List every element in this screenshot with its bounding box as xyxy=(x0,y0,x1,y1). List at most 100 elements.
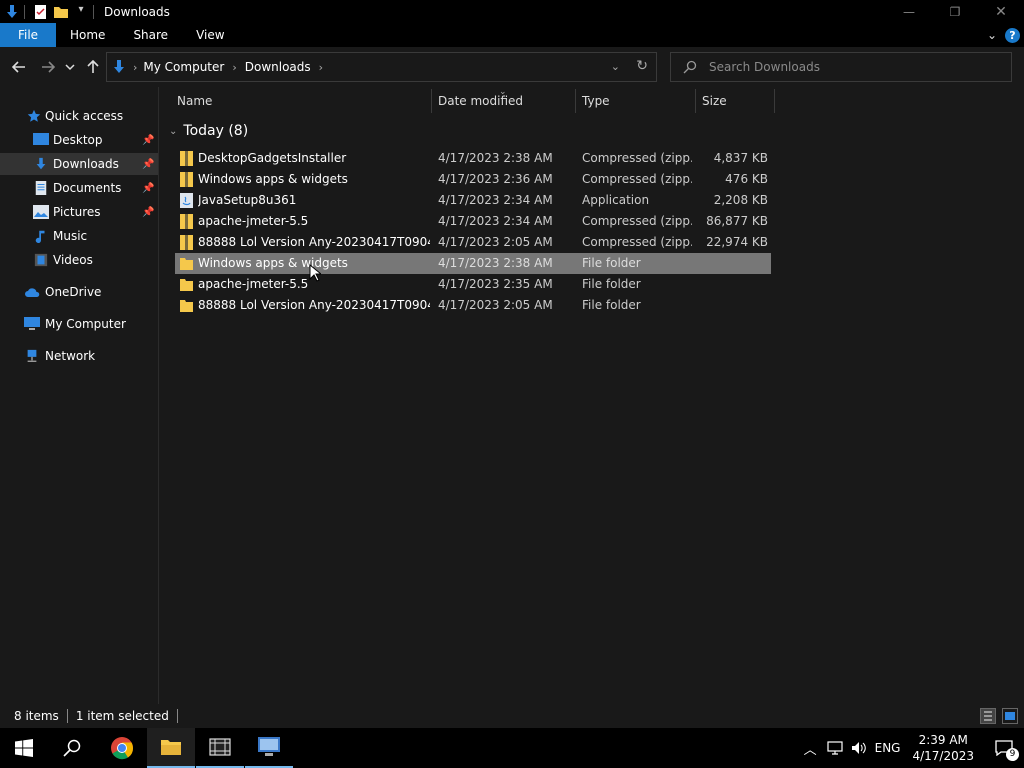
zip-folder-icon xyxy=(180,172,193,187)
tab-share[interactable]: Share xyxy=(119,23,182,47)
nav-label: Videos xyxy=(53,253,93,267)
address-bar[interactable]: › My Computer › Downloads › ⌄ ↻ xyxy=(106,52,657,82)
tab-home[interactable]: Home xyxy=(56,23,119,47)
back-button[interactable] xyxy=(9,57,29,77)
details-view-button[interactable] xyxy=(980,708,996,724)
notification-center-button[interactable]: 9 xyxy=(984,728,1024,768)
nav-item-documents[interactable]: Documents 📌 xyxy=(0,177,158,199)
network-icon xyxy=(27,349,37,362)
clock-time: 2:39 AM xyxy=(918,733,968,747)
table-row[interactable]: apache-jmeter-5.5 4/17/2023 2:35 AM File… xyxy=(175,274,771,295)
table-row[interactable]: apache-jmeter-5.5 4/17/2023 2:34 AM Comp… xyxy=(175,211,771,232)
breadcrumb-downloads[interactable]: Downloads xyxy=(245,60,311,74)
expand-ribbon-chevron-icon[interactable]: ⌄ xyxy=(987,28,997,42)
back-arrow-icon xyxy=(12,61,25,73)
restore-button[interactable]: ❐ xyxy=(932,0,978,23)
file-name: 88888 Lol Version Any-20230417T090455Z..… xyxy=(198,235,430,249)
customize-qat-chevron-icon[interactable]: ▾ xyxy=(73,4,89,20)
nav-item-my-computer[interactable]: My Computer xyxy=(0,313,158,335)
nav-item-desktop[interactable]: Desktop 📌 xyxy=(0,129,158,151)
clock-date: 4/17/2023 xyxy=(912,749,974,763)
nav-item-onedrive[interactable]: OneDrive xyxy=(0,281,158,303)
file-size: 4,837 KB xyxy=(713,151,768,165)
clock[interactable]: 2:39 AM 4/17/2023 xyxy=(912,732,974,764)
quick-access-toolbar: ▾ xyxy=(0,0,98,23)
nav-item-quick-access[interactable]: Quick access xyxy=(0,105,158,127)
column-separator[interactable] xyxy=(695,89,696,113)
pin-icon[interactable]: 📌 xyxy=(142,183,154,194)
forward-button[interactable] xyxy=(38,57,58,77)
volume-icon[interactable] xyxy=(851,741,867,755)
remote-desktop-icon xyxy=(258,737,280,756)
chevron-down-icon xyxy=(65,64,75,71)
folder-icon xyxy=(180,300,193,312)
file-date: 4/17/2023 2:38 AM xyxy=(438,256,553,270)
search-button[interactable] xyxy=(48,728,96,768)
input-language[interactable]: ENG xyxy=(875,741,901,755)
download-arrow-icon[interactable] xyxy=(4,4,20,20)
recent-locations-button[interactable] xyxy=(62,57,78,77)
mouse-cursor-icon xyxy=(309,264,321,282)
network-status-icon[interactable] xyxy=(827,741,843,755)
table-row[interactable]: 88888 Lol Version Any-20230417T090455Z..… xyxy=(175,232,771,253)
details-view-icon xyxy=(984,711,992,721)
breadcrumb-my-computer[interactable]: My Computer xyxy=(143,60,224,74)
folder-icon xyxy=(180,258,193,270)
minimize-button[interactable]: — xyxy=(886,0,932,23)
table-row[interactable]: DesktopGadgetsInstaller 4/17/2023 2:38 A… xyxy=(175,148,771,169)
file-list: ⌄ Name Date modified Type Size ⌄ Today (… xyxy=(159,87,1024,704)
java-app-icon xyxy=(180,193,193,208)
start-button[interactable] xyxy=(0,728,48,768)
tab-file[interactable]: File xyxy=(0,23,56,47)
close-button[interactable]: ✕ xyxy=(978,0,1024,23)
group-label: Today (8) xyxy=(183,123,249,139)
table-row[interactable]: JavaSetup8u361 4/17/2023 2:34 AM Applica… xyxy=(175,190,771,211)
zip-folder-icon xyxy=(180,214,193,229)
search-box[interactable] xyxy=(670,52,1012,82)
table-row[interactable]: Windows apps & widgets 4/17/2023 2:36 AM… xyxy=(175,169,771,190)
column-header-type[interactable]: Type xyxy=(582,87,694,115)
collapse-chevron-icon[interactable]: ⌄ xyxy=(169,126,177,137)
group-header-today[interactable]: ⌄ Today (8) xyxy=(169,123,248,139)
nav-item-videos[interactable]: Videos xyxy=(0,249,158,271)
file-size: 476 KB xyxy=(725,172,768,186)
column-separator[interactable] xyxy=(431,89,432,113)
column-header-name[interactable]: Name xyxy=(177,87,432,115)
nav-item-music[interactable]: Music xyxy=(0,225,158,247)
up-arrow-icon xyxy=(87,60,99,73)
taskbar-remote-desktop[interactable] xyxy=(245,728,293,768)
system-tray: ︿ ENG 2:39 AM 4/17/2023 9 xyxy=(804,728,1024,768)
column-separator[interactable] xyxy=(774,89,775,113)
table-row[interactable]: 88888 Lol Version Any-20230417T090455Z..… xyxy=(175,295,771,316)
column-header-date-modified[interactable]: Date modified xyxy=(438,87,574,115)
computer-icon xyxy=(24,317,40,330)
taskbar-chrome[interactable] xyxy=(98,728,146,768)
file-date: 4/17/2023 2:05 AM xyxy=(438,235,553,249)
pin-icon[interactable]: 📌 xyxy=(142,159,154,170)
column-separator[interactable] xyxy=(575,89,576,113)
pin-icon[interactable]: 📌 xyxy=(142,207,154,218)
taskbar-file-explorer[interactable] xyxy=(147,728,195,768)
nav-item-pictures[interactable]: Pictures 📌 xyxy=(0,201,158,223)
table-row-selected[interactable]: Windows apps & widgets 4/17/2023 2:38 AM… xyxy=(175,253,771,274)
pin-icon[interactable]: 📌 xyxy=(142,135,154,146)
help-icon[interactable]: ? xyxy=(1005,27,1020,43)
properties-icon[interactable] xyxy=(33,4,49,20)
tab-view[interactable]: View xyxy=(182,23,238,47)
nav-item-network[interactable]: Network xyxy=(0,345,158,367)
up-button[interactable] xyxy=(83,57,103,77)
address-history-chevron-icon[interactable]: ⌄ xyxy=(611,60,620,73)
file-name: Windows apps & widgets xyxy=(198,172,348,186)
new-folder-icon[interactable] xyxy=(53,4,69,20)
large-icons-view-button[interactable] xyxy=(1002,708,1018,724)
search-input[interactable] xyxy=(709,60,999,74)
file-size: 2,208 KB xyxy=(713,193,768,207)
breadcrumb-separator: › xyxy=(133,60,138,74)
breadcrumb-separator[interactable]: › xyxy=(319,61,323,74)
taskbar-media-app[interactable] xyxy=(196,728,244,768)
show-hidden-icons-chevron-icon[interactable]: ︿ xyxy=(804,739,817,758)
nav-item-downloads[interactable]: Downloads 📌 xyxy=(0,153,158,175)
breadcrumb-separator[interactable]: › xyxy=(232,61,236,74)
column-header-size[interactable]: Size xyxy=(702,87,772,115)
refresh-icon[interactable]: ↻ xyxy=(636,58,648,74)
